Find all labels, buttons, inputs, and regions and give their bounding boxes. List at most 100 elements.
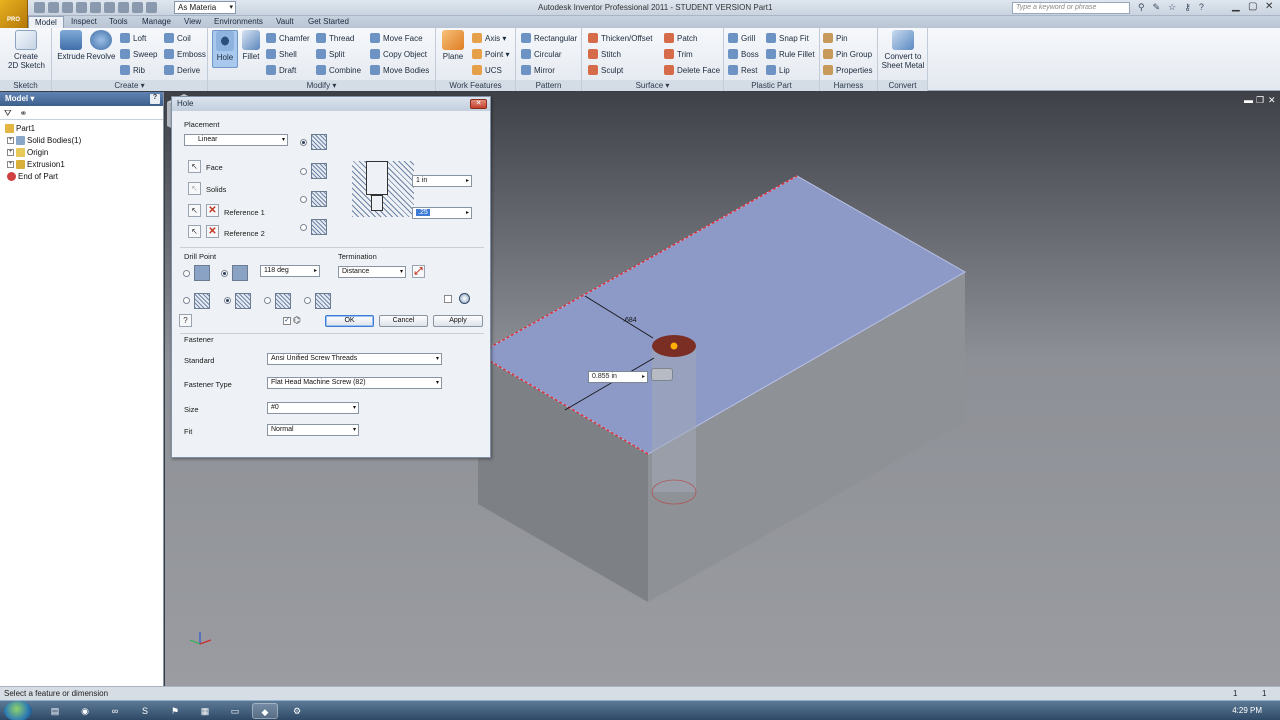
chamfer-button[interactable]: Chamfer <box>266 31 310 45</box>
inventor-task-icon[interactable]: ◆ <box>252 703 278 719</box>
emboss-button[interactable]: Emboss <box>164 47 206 61</box>
ipart-icon[interactable] <box>459 293 470 304</box>
extrude-button[interactable]: Extrude <box>56 30 86 61</box>
filter-icon[interactable]: ⛛ <box>4 108 12 118</box>
rectangular-pattern-button[interactable]: Rectangular <box>521 31 577 45</box>
help-icon[interactable]: ? <box>1199 2 1204 13</box>
viewport-close-icon[interactable]: ✕ <box>1268 95 1276 106</box>
countersink-radio[interactable] <box>300 224 307 231</box>
fillet-button[interactable]: Fillet <box>238 30 264 61</box>
snap-fit-button[interactable]: Snap Fit <box>766 31 809 45</box>
simple-hole-radio[interactable] <box>183 297 190 304</box>
face-select-button[interactable]: ↖ <box>188 160 201 173</box>
reference1-clear-icon[interactable]: ✕ <box>206 204 219 217</box>
key-icon[interactable]: ⚷ <box>1184 2 1191 13</box>
browser-header[interactable]: Model ▾ ? <box>0 92 163 106</box>
fit-select[interactable]: Normal ▾ <box>267 424 359 436</box>
tab-vault[interactable]: Vault <box>270 16 300 28</box>
clearance-hole-radio[interactable] <box>224 297 231 304</box>
lip-button[interactable]: Lip <box>766 63 790 77</box>
new-icon[interactable] <box>34 2 45 13</box>
move-bodies-button[interactable]: Move Bodies <box>370 63 429 77</box>
flat-drill-point-radio[interactable] <box>183 270 190 277</box>
standard-select[interactable]: Ansi Unified Screw Threads ▾ <box>267 353 442 365</box>
glasses-icon[interactable]: ⌬ <box>293 315 301 326</box>
shell-button[interactable]: Shell <box>266 47 297 61</box>
diameter-input[interactable]: .25 ▸ <box>412 207 472 219</box>
point-button[interactable]: Point ▾ <box>472 47 509 61</box>
browser-help-icon[interactable]: ? <box>150 94 160 104</box>
rest-button[interactable]: Rest <box>728 63 757 77</box>
ok-button[interactable]: OK <box>325 315 374 327</box>
folder-icon[interactable]: ▭ <box>222 703 248 719</box>
app-icon[interactable]: ⚑ <box>162 703 188 719</box>
utility-icon[interactable]: ⚙ <box>284 703 310 719</box>
pin-button[interactable]: Pin <box>823 31 848 45</box>
size-select[interactable]: #0 ▾ <box>267 402 359 414</box>
hole-button[interactable]: Hole <box>212 30 238 68</box>
minimize-icon[interactable]: ▁ <box>1232 1 1240 12</box>
reference1-select-button[interactable]: ↖ <box>188 204 201 217</box>
create-panel-label[interactable]: Create ▾ <box>52 80 207 91</box>
modify-panel-label[interactable]: Modify ▾ <box>208 80 435 91</box>
create-sketch-button[interactable]: Create 2D Sketch <box>8 30 45 70</box>
open-icon[interactable] <box>48 2 59 13</box>
thread-button[interactable]: Thread <box>316 31 354 45</box>
imodel-checkbox[interactable] <box>444 295 452 303</box>
move-face-button[interactable]: Move Face <box>370 31 423 45</box>
combine-button[interactable]: Combine <box>316 63 361 77</box>
redo-icon[interactable] <box>90 2 101 13</box>
delete-face-button[interactable]: Delete Face <box>664 63 720 77</box>
taper-tapped-hole-radio[interactable] <box>304 297 311 304</box>
tab-get-started[interactable]: Get Started <box>302 16 355 28</box>
pin-group-button[interactable]: Pin Group <box>823 47 872 61</box>
counterbore-radio[interactable] <box>300 168 307 175</box>
boss-button[interactable]: Boss <box>728 47 759 61</box>
sweep-button[interactable]: Sweep <box>120 47 157 61</box>
solids-select-button[interactable]: ↖ <box>188 182 201 195</box>
expand-icon[interactable]: + <box>7 137 14 144</box>
dialog-close-icon[interactable]: ✕ <box>470 99 487 109</box>
update-icon[interactable] <box>132 2 143 13</box>
loft-button[interactable]: Loft <box>120 31 146 45</box>
dimension-input[interactable]: 0.855 in ▸ <box>588 371 648 383</box>
expand-icon[interactable]: + <box>7 149 14 156</box>
drilled-radio[interactable] <box>300 139 307 146</box>
tree-item[interactable]: + Origin <box>7 148 48 157</box>
tree-item[interactable]: End of Part <box>7 172 58 181</box>
flip-termination-icon[interactable]: ⤢ <box>412 265 425 278</box>
tab-inspect[interactable]: Inspect <box>65 16 103 28</box>
viewport-minimize-icon[interactable]: ▬ <box>1244 95 1253 105</box>
mirror-button[interactable]: Mirror <box>521 63 555 77</box>
reference2-clear-icon[interactable]: ✕ <box>206 225 219 238</box>
search-icon[interactable]: ⚲ <box>1138 2 1145 13</box>
start-button[interactable] <box>4 701 32 720</box>
material-select[interactable]: As Materia ▾ <box>174 1 236 14</box>
home-icon[interactable] <box>104 2 115 13</box>
grill-button[interactable]: Grill <box>728 31 755 45</box>
tab-tools[interactable]: Tools <box>103 16 134 28</box>
tapped-hole-radio[interactable] <box>264 297 271 304</box>
skype-icon[interactable]: S <box>132 703 158 719</box>
tab-manage[interactable]: Manage <box>136 16 177 28</box>
dimension-label[interactable]: .684 <box>623 317 637 324</box>
select-icon[interactable] <box>146 2 157 13</box>
tab-environments[interactable]: Environments <box>208 16 269 28</box>
rib-button[interactable]: Rib <box>120 63 145 77</box>
sculpt-button[interactable]: Sculpt <box>588 63 623 77</box>
help-search-input[interactable]: Type a keyword or phrase <box>1012 2 1130 14</box>
find-icon[interactable]: ⚭ <box>20 108 28 118</box>
drill-angle-input[interactable]: 118 deg ▸ <box>260 265 320 277</box>
angle-drill-point-radio[interactable] <box>221 270 228 277</box>
properties-button[interactable]: Properties <box>823 63 872 77</box>
split-button[interactable]: Split <box>316 47 345 61</box>
ucs-button[interactable]: UCS <box>472 63 502 77</box>
fastener-type-select[interactable]: Flat Head Machine Screw (82) ▾ <box>267 377 442 389</box>
return-icon[interactable] <box>118 2 129 13</box>
hole-center-point[interactable] <box>670 342 678 350</box>
reference2-select-button[interactable]: ↖ <box>188 225 201 238</box>
chain-icon[interactable]: ∞ <box>102 703 128 719</box>
spotface-radio[interactable] <box>300 196 307 203</box>
stitch-button[interactable]: Stitch <box>588 47 621 61</box>
plane-button[interactable]: Plane <box>439 30 467 61</box>
